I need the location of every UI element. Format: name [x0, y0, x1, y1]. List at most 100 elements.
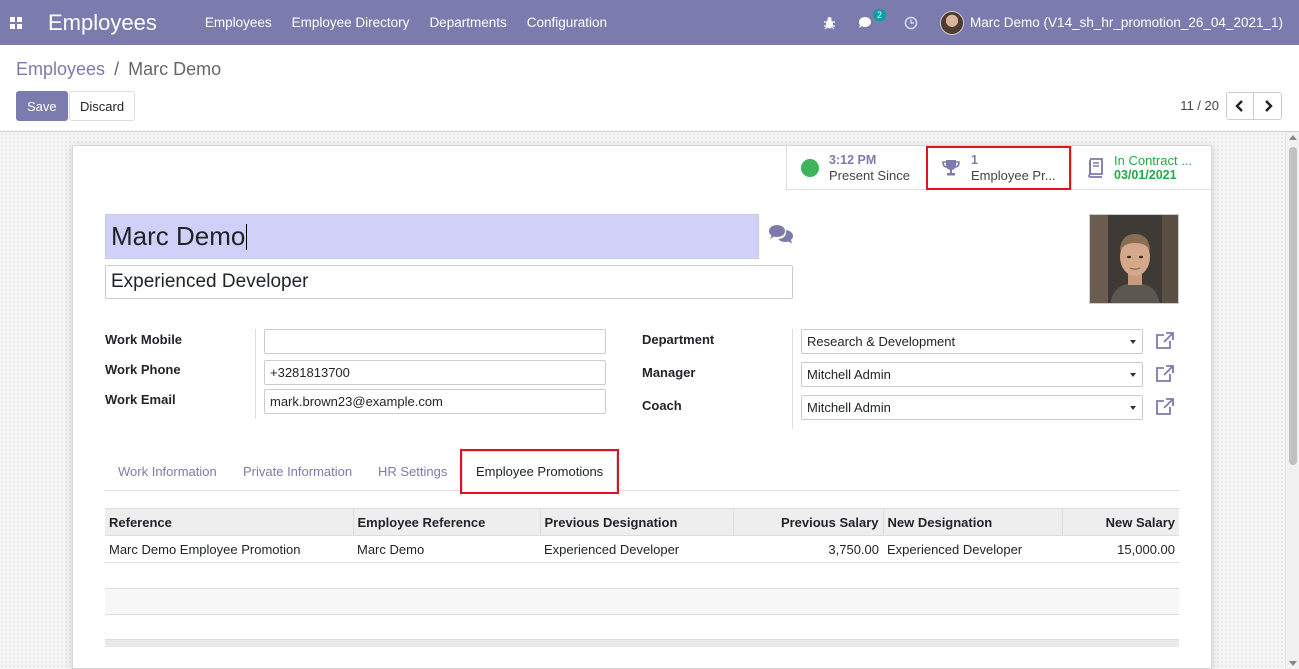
coach-value: Mitchell Admin — [807, 400, 891, 415]
breadcrumb-employees[interactable]: Employees — [16, 59, 105, 79]
breadcrumb-separator: / — [114, 59, 120, 79]
vertical-scrollbar[interactable] — [1285, 132, 1299, 669]
job-title-value: Experienced Developer — [111, 271, 309, 292]
menu-configuration[interactable]: Configuration — [527, 15, 607, 30]
empty-row — [105, 588, 1179, 615]
promotion-label: Employee Pr... — [971, 168, 1056, 183]
pager-next-button[interactable] — [1254, 92, 1282, 120]
messaging-badge: 2 — [873, 8, 887, 21]
messaging-icon[interactable]: 2 — [858, 8, 887, 30]
chat-bubbles-icon[interactable] — [767, 223, 795, 245]
column-header-new-designation[interactable]: New Designation — [883, 508, 1063, 536]
contract-date: 03/01/2021 — [1114, 168, 1177, 182]
form-sheet: 3:12 PM Present Since 1 Employee Pr... I… — [72, 145, 1212, 669]
menu-departments[interactable]: Departments — [429, 15, 506, 30]
empty-row — [105, 562, 1179, 589]
table-row[interactable]: Marc Demo Employee Promotion Marc Demo E… — [105, 535, 1179, 563]
caret-down-icon — [1130, 406, 1136, 410]
cell-new-designation: Experienced Developer — [883, 535, 1062, 563]
cell-previous-salary: 3,750.00 — [733, 535, 883, 563]
apps-menu-button[interactable] — [0, 0, 32, 45]
column-header-reference[interactable]: Reference — [105, 508, 354, 536]
employee-portrait-image — [1090, 215, 1178, 303]
external-link-icon[interactable] — [1155, 332, 1175, 350]
scroll-up-icon[interactable] — [1289, 135, 1297, 140]
manager-value: Mitchell Admin — [807, 367, 891, 382]
cell-employee-reference: Marc Demo — [353, 535, 540, 563]
tab-hr-settings[interactable]: HR Settings — [365, 451, 460, 491]
trophy-icon — [942, 160, 960, 176]
presence-label: Present Since — [829, 168, 910, 183]
field-separator — [255, 329, 256, 419]
department-value: Research & Development — [807, 334, 956, 349]
contract-button[interactable]: In Contract ... 03/01/2021 — [1071, 146, 1211, 190]
clock-icon[interactable] — [904, 16, 918, 30]
external-link-icon[interactable] — [1155, 365, 1175, 383]
tab-private-information[interactable]: Private Information — [230, 451, 365, 491]
presence-button[interactable]: 3:12 PM Present Since — [786, 146, 926, 190]
coach-label: Coach — [642, 398, 682, 413]
caret-down-icon — [1130, 373, 1136, 377]
work-mobile-label: Work Mobile — [105, 332, 183, 347]
table-header-row: Reference Employee Reference Previous De… — [105, 508, 1179, 536]
manager-select[interactable]: Mitchell Admin — [801, 362, 1143, 387]
tab-employee-promotions[interactable]: Employee Promotions — [459, 449, 620, 494]
department-label: Department — [642, 332, 715, 347]
cell-reference: Marc Demo Employee Promotion — [105, 535, 353, 563]
work-email-input[interactable]: mark.brown23@example.com — [264, 389, 606, 414]
employee-name-input[interactable]: Marc Demo — [105, 214, 759, 259]
cell-new-salary: 15,000.00 — [1062, 535, 1179, 563]
app-title: Employees — [48, 9, 157, 35]
top-navbar: Employees Employees Employee Directory D… — [0, 0, 1299, 45]
menu-employee-directory[interactable]: Employee Directory — [292, 15, 410, 30]
presence-time: 3:12 PM — [829, 153, 877, 167]
presence-status-icon — [801, 159, 819, 177]
chevron-left-icon — [1235, 100, 1243, 112]
cell-previous-designation: Experienced Developer — [540, 535, 733, 563]
work-mobile-input[interactable] — [264, 329, 606, 354]
promotions-table: Reference Employee Reference Previous De… — [105, 508, 1179, 641]
promotion-count: 1 — [971, 153, 978, 167]
column-header-previous-designation[interactable]: Previous Designation — [540, 508, 734, 536]
job-title-input[interactable]: Experienced Developer — [105, 265, 793, 299]
menu-employees[interactable]: Employees — [205, 15, 272, 30]
contract-status-label: In Contract ... — [1114, 153, 1193, 168]
department-select[interactable]: Research & Development — [801, 329, 1143, 354]
scrollbar-thumb[interactable] — [1289, 147, 1297, 465]
user-menu[interactable]: Marc Demo (V14_sh_hr_promotion_26_04_202… — [970, 15, 1283, 30]
notebook-tabs: Work Information Private Information HR … — [105, 449, 1179, 494]
tab-work-information[interactable]: Work Information — [105, 451, 230, 491]
apps-grid-icon — [10, 16, 22, 29]
work-phone-input[interactable]: +3281813700 — [264, 360, 606, 385]
manager-label: Manager — [642, 365, 696, 380]
external-link-icon[interactable] — [1155, 398, 1175, 416]
empty-row — [105, 614, 1179, 641]
column-header-employee-reference[interactable]: Employee Reference — [353, 508, 541, 536]
discard-button[interactable]: Discard — [69, 91, 136, 121]
save-button[interactable]: Save — [16, 91, 68, 121]
chevron-right-icon — [1264, 100, 1273, 112]
column-header-new-salary[interactable]: New Salary — [1062, 508, 1179, 536]
bug-icon[interactable] — [823, 16, 836, 30]
scroll-down-icon[interactable] — [1289, 661, 1297, 666]
coach-select[interactable]: Mitchell Admin — [801, 395, 1143, 420]
book-icon — [1088, 158, 1103, 178]
smart-button-box: 3:12 PM Present Since 1 Employee Pr... I… — [786, 146, 1211, 190]
navbar-systray: 2 Marc Demo (V14_sh_hr_promotion_26_04_2… — [823, 0, 1299, 45]
column-header-previous-salary[interactable]: Previous Salary — [733, 508, 884, 536]
table-footer — [105, 639, 1179, 647]
text-caret — [246, 223, 248, 250]
control-panel: Employees / Marc Demo Save Discard 11 / … — [0, 45, 1299, 132]
caret-down-icon — [1130, 340, 1136, 344]
field-separator-right — [792, 329, 793, 429]
work-phone-label: Work Phone — [105, 362, 181, 377]
breadcrumb: Employees / Marc Demo — [16, 59, 221, 80]
employee-photo[interactable] — [1089, 214, 1179, 304]
user-avatar[interactable] — [940, 10, 965, 35]
pager-value[interactable]: 11 / 20 — [1180, 98, 1219, 113]
employee-name-value: Marc Demo — [111, 221, 246, 251]
employee-promotion-button[interactable]: 1 Employee Pr... — [926, 146, 1071, 190]
pager-previous-button[interactable] — [1226, 92, 1254, 120]
work-email-label: Work Email — [105, 392, 176, 407]
breadcrumb-current: Marc Demo — [128, 59, 222, 79]
